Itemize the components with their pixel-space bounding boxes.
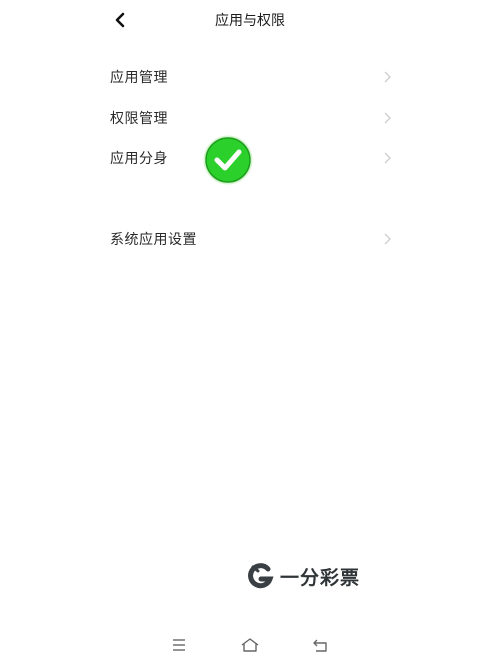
list-item-label: 权限管理 <box>110 111 168 127</box>
watermark-text: 一分彩票 <box>280 566 361 589</box>
home-button[interactable] <box>239 636 261 654</box>
chevron-right-icon <box>382 111 392 125</box>
menu-icon <box>173 639 185 651</box>
list-item-label: 应用管理 <box>110 70 168 86</box>
chevron-right-icon <box>382 151 392 165</box>
list-item-permission-management[interactable]: 权限管理 <box>110 102 392 134</box>
list-item-label: 系统应用设置 <box>110 232 197 248</box>
back-nav-button[interactable] <box>310 636 332 654</box>
menu-button[interactable] <box>168 636 190 654</box>
header: 应用与权限 <box>0 0 500 40</box>
g-logo-icon <box>248 563 274 589</box>
chevron-right-icon <box>382 232 392 246</box>
home-icon <box>241 638 259 652</box>
list-item-label: 应用分身 <box>110 151 168 167</box>
watermark: 一分彩票 <box>246 556 360 596</box>
page-title: 应用与权限 <box>215 13 285 29</box>
system-nav-bar <box>0 630 500 659</box>
list-item-app-management[interactable]: 应用管理 <box>110 61 392 93</box>
green-check-icon <box>202 134 254 186</box>
chevron-right-icon <box>382 70 392 84</box>
back-icon <box>313 639 327 652</box>
list-item-system-app-settings[interactable]: 系统应用设置 <box>110 223 392 255</box>
